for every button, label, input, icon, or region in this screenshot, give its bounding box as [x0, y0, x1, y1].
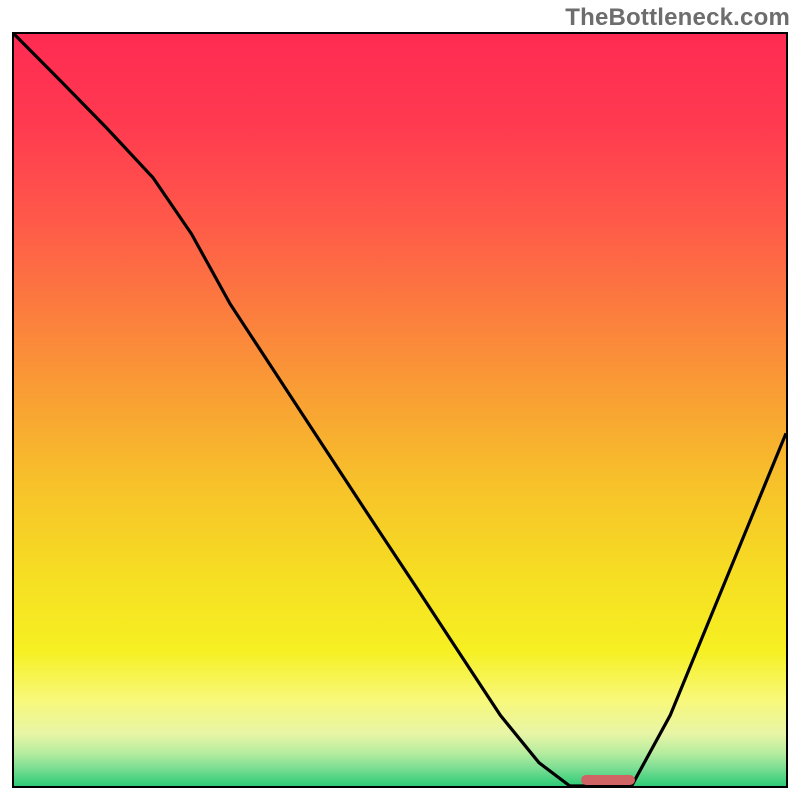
- plot-area: [12, 32, 788, 788]
- chart-frame: TheBottleneck.com: [0, 0, 800, 800]
- gradient-background: [14, 34, 786, 786]
- optimal-marker: [581, 775, 635, 785]
- watermark-text: TheBottleneck.com: [565, 4, 790, 32]
- plot-svg: [14, 34, 786, 786]
